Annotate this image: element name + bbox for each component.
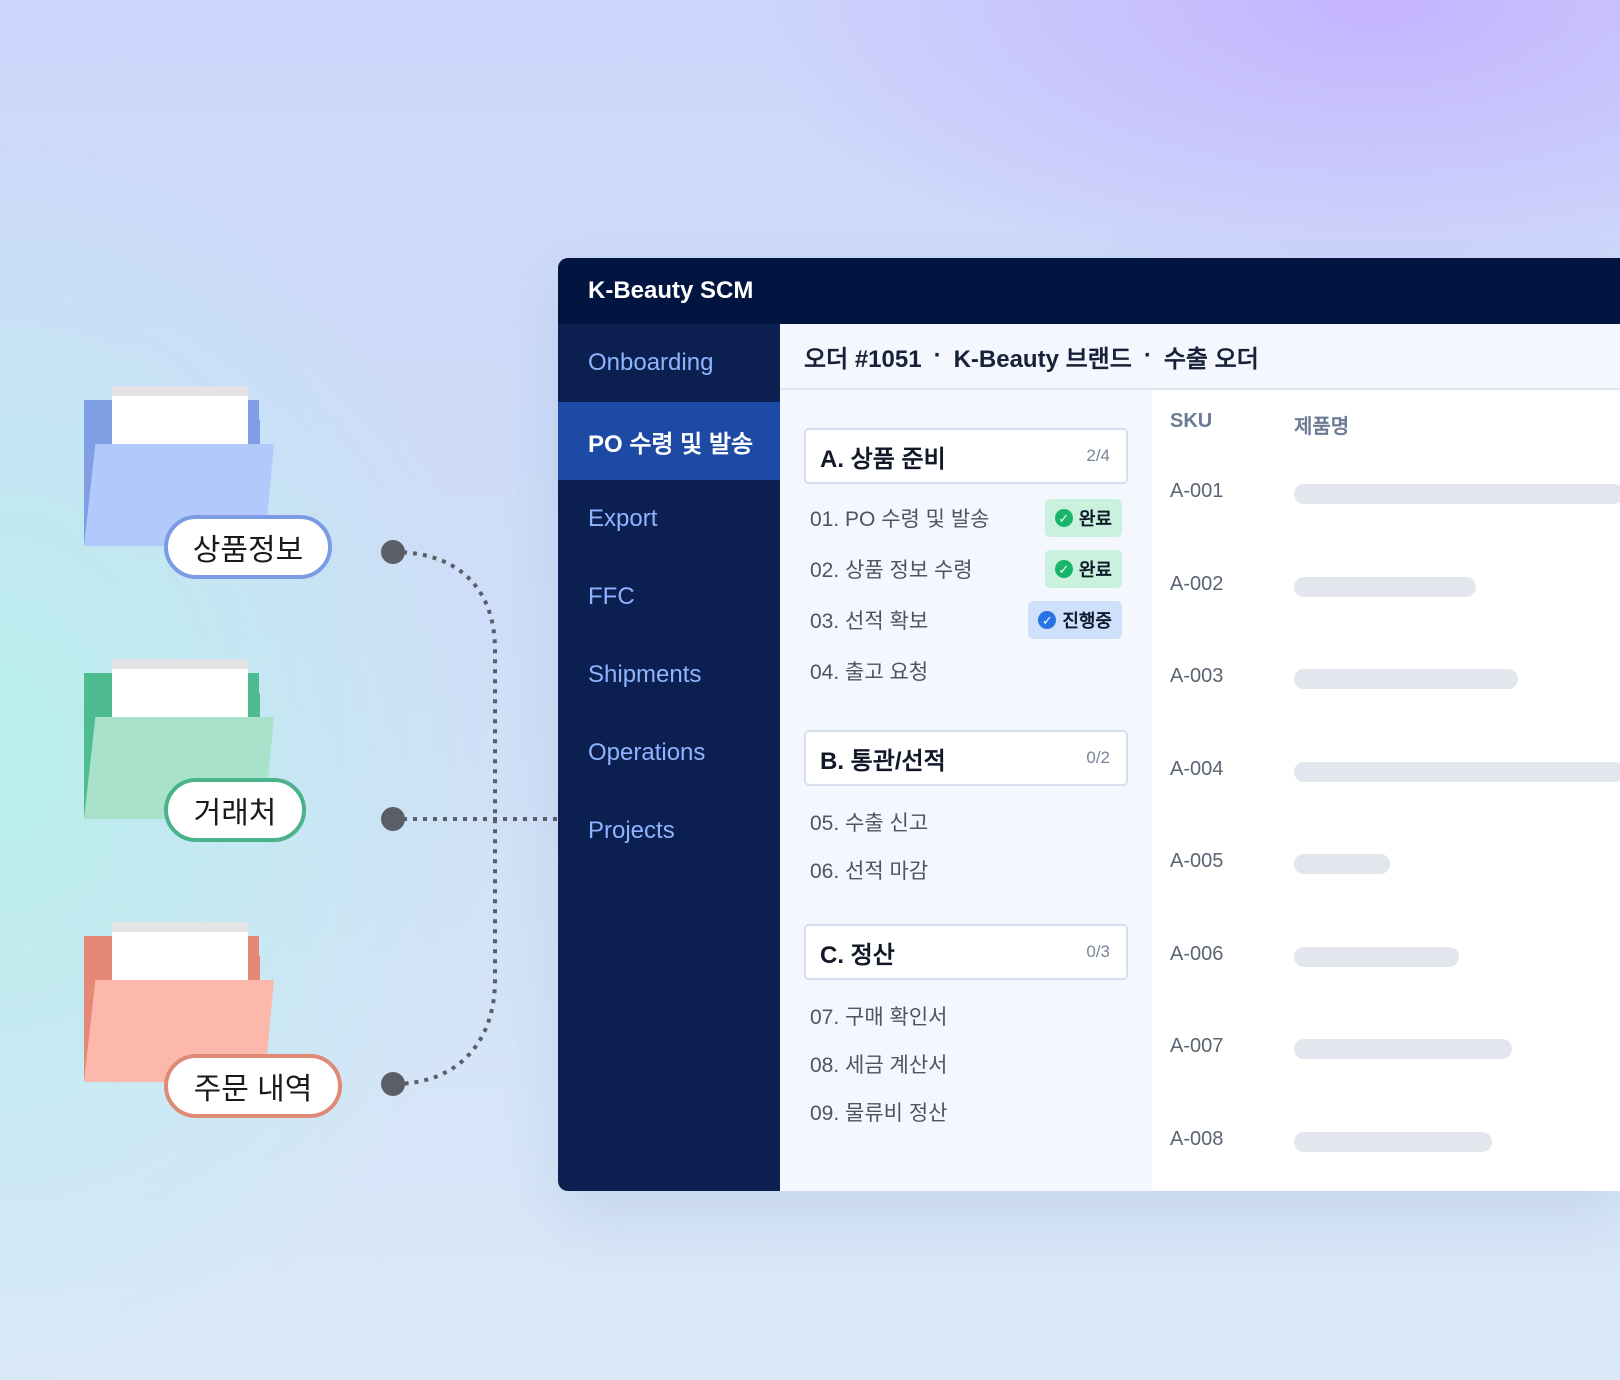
main-panel: 오더 #1051 · K-Beauty 브랜드 · 수출 오더 A. 상품 준비…	[780, 324, 1620, 1191]
task-label: 09. 물류비 정산	[810, 1102, 948, 1125]
task-item[interactable]: 09. 물류비 정산	[810, 1092, 1122, 1132]
connector-node	[381, 807, 405, 831]
task-item[interactable]: 07. 구매 확인서	[810, 996, 1122, 1036]
sidebar-item-export[interactable]: Export	[558, 480, 780, 558]
sku-cell: A-002	[1170, 572, 1224, 595]
product-name-placeholder	[1294, 946, 1459, 967]
sidebar-item-shipments[interactable]: Shipments	[558, 636, 780, 714]
product-name-placeholder	[1294, 669, 1518, 689]
sidebar-item-po[interactable]: PO 수령 및 발송	[558, 402, 780, 480]
task-label: 02. 상품 정보 수령	[810, 559, 973, 582]
breadcrumb-separator: ·	[933, 342, 942, 369]
data-connector	[381, 540, 558, 1096]
sku-cell: A-007	[1170, 1035, 1224, 1057]
sku-cell: A-005	[1170, 850, 1224, 872]
sku-cell: A-008	[1170, 1127, 1224, 1150]
product-name-placeholder	[1294, 1039, 1512, 1059]
status-text: 완료	[1078, 560, 1112, 580]
product-name-placeholder	[1294, 1131, 1492, 1152]
sku-cell: A-001	[1170, 480, 1224, 502]
product-name-placeholder	[1294, 854, 1390, 874]
sidebar: Onboarding PO 수령 및 발송 Export FFC Shipmen…	[558, 324, 780, 1191]
section-header-b[interactable]: B. 통관/선적 0/2	[804, 730, 1128, 786]
product-name-placeholder	[1294, 484, 1620, 504]
order-type: 수출 오더	[1163, 345, 1259, 373]
task-item[interactable]: 08. 세금 계산서	[810, 1044, 1122, 1084]
status-badge: ✓ 완료	[1044, 499, 1122, 537]
status-text: 완료	[1078, 509, 1112, 529]
product-name-placeholder	[1294, 761, 1620, 782]
task-label: 07. 구매 확인서	[810, 1006, 948, 1029]
checklist: A. 상품 준비 2/4 01. PO 수령 및 발송 ✓ 완료 02. 상품 …	[780, 390, 1152, 1191]
status-badge: ✓ 진행중	[1028, 601, 1122, 639]
breadcrumb-separator: ·	[1143, 342, 1152, 369]
check-circle-icon: ✓	[1054, 560, 1073, 578]
check-circle-icon: ✓	[1054, 509, 1073, 527]
task-item[interactable]: 06. 선적 마감	[810, 850, 1122, 890]
task-item[interactable]: 05. 수출 신고	[810, 802, 1122, 842]
section-title: A. 상품 준비	[820, 445, 946, 473]
section-header-a[interactable]: A. 상품 준비 2/4	[804, 428, 1128, 484]
sidebar-item-ffc[interactable]: FFC	[558, 558, 780, 636]
sidebar-item-operations[interactable]: Operations	[558, 714, 780, 792]
product-name-placeholder	[1294, 576, 1476, 597]
task-label: 01. PO 수령 및 발송	[810, 508, 990, 531]
section-title: C. 정산	[820, 941, 895, 969]
app-window: K-Beauty SCM Onboarding PO 수령 및 발송 Expor…	[558, 258, 1620, 1191]
order-number: 오더 #1051	[804, 345, 922, 373]
sku-table: SKU 제품명 A-001 A-002 A-003 A-004 A-005 A-006 A-…	[1152, 390, 1620, 1191]
status-text: 진행중	[1062, 611, 1112, 631]
task-label: 08. 세금 계산서	[810, 1054, 948, 1077]
connector-node	[381, 1072, 405, 1096]
task-item[interactable]: 02. 상품 정보 수령 ✓ 완료	[810, 549, 1122, 589]
column-header-sku: SKU	[1170, 410, 1213, 432]
app-title: K-Beauty SCM	[558, 258, 1620, 324]
sku-cell: A-006	[1170, 942, 1224, 965]
sku-cell: A-003	[1170, 665, 1224, 687]
sidebar-item-onboarding[interactable]: Onboarding	[558, 324, 780, 402]
task-label: 03. 선적 확보	[810, 610, 929, 633]
column-header-product-name: 제품명	[1294, 416, 1350, 438]
task-item[interactable]: 03. 선적 확보 ✓ 진행중	[810, 600, 1122, 640]
task-label: 04. 출고 요청	[810, 661, 929, 684]
task-label: 06. 선적 마감	[810, 860, 929, 883]
section-title: B. 통관/선적	[820, 747, 946, 775]
sku-cell: A-004	[1170, 757, 1224, 780]
breadcrumb: 오더 #1051 · K-Beauty 브랜드 · 수출 오더	[780, 324, 1620, 390]
task-label: 05. 수출 신고	[810, 812, 929, 835]
section-header-c[interactable]: C. 정산 0/3	[804, 924, 1128, 980]
check-circle-icon: ✓	[1038, 611, 1057, 629]
status-badge: ✓ 완료	[1044, 550, 1122, 588]
section-count: 0/3	[1086, 942, 1110, 961]
sidebar-item-projects[interactable]: Projects	[558, 792, 780, 870]
brand-name: K-Beauty 브랜드	[953, 345, 1132, 373]
section-count: 2/4	[1086, 446, 1110, 465]
task-item[interactable]: 01. PO 수령 및 발송 ✓ 완료	[810, 498, 1122, 538]
section-count: 0/2	[1086, 748, 1110, 767]
task-item[interactable]: 04. 출고 요청	[810, 651, 1122, 691]
connector-node	[381, 540, 405, 564]
